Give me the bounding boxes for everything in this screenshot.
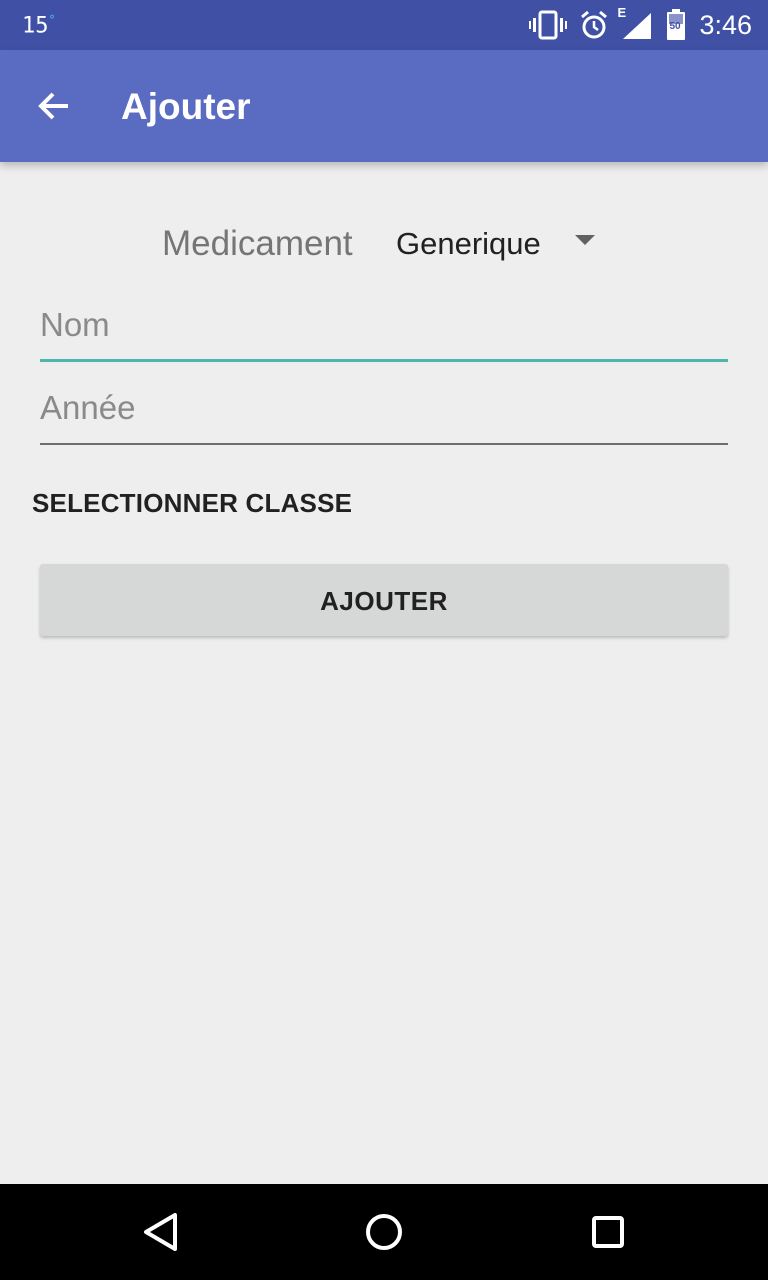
screen: 15° E 50 3:46 Ajouter Medicament Generiq… [0, 0, 768, 1280]
select-class-button[interactable]: SELECTIONNER CLASSE [32, 488, 352, 519]
network-type-label: E [617, 5, 627, 20]
annee-field-container [40, 379, 728, 445]
battery-level: 50 [669, 21, 681, 32]
dropdown-arrow-icon [575, 235, 595, 245]
page-title: Ajouter [121, 86, 251, 127]
medicament-type-value: Generique [396, 226, 541, 261]
ajouter-button[interactable]: AJOUTER [40, 564, 728, 636]
app-bar: Ajouter [0, 50, 768, 162]
nav-home-icon[interactable] [360, 1208, 408, 1256]
nom-input[interactable] [40, 296, 728, 354]
vibrate-icon [529, 10, 568, 40]
nav-recents-icon[interactable] [584, 1208, 632, 1256]
ajouter-button-label: AJOUTER [320, 586, 448, 616]
alarm-icon [579, 10, 609, 40]
status-time: 3:46 [699, 9, 752, 40]
navigation-bar [0, 1184, 768, 1280]
arrow-back-icon[interactable] [34, 86, 74, 126]
medicament-type-row: Medicament Generique [0, 218, 768, 270]
annee-input[interactable] [40, 379, 728, 437]
temperature-value: 15 [22, 13, 49, 39]
temperature-readout: 15° [22, 13, 56, 38]
nav-back-icon[interactable] [136, 1208, 184, 1256]
medicament-type-spinner[interactable]: Generique [380, 218, 610, 270]
status-icons: E 50 3:46 [529, 0, 752, 50]
medicament-type-label: Medicament [162, 224, 353, 263]
nom-field-container [40, 296, 728, 362]
temperature-unit: ° [48, 13, 56, 27]
status-bar: 15° E 50 3:46 [0, 0, 768, 50]
battery-icon: 50 [665, 9, 687, 41]
nom-input-underline [40, 359, 728, 362]
signal-icon: E [617, 5, 653, 41]
annee-input-underline [40, 443, 728, 445]
